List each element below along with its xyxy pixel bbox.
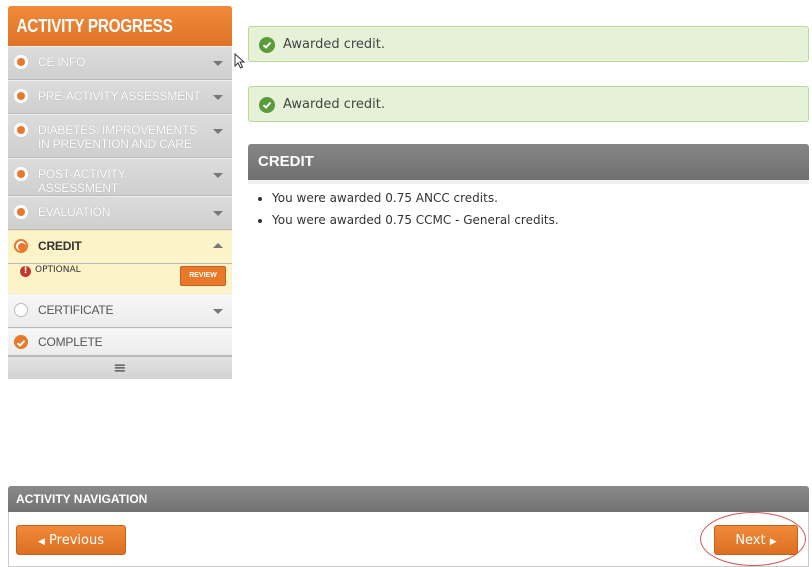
check-circle-icon bbox=[259, 97, 275, 113]
sidebar-item-credit[interactable]: CREDIT bbox=[8, 230, 232, 264]
previous-label: Previous bbox=[49, 533, 104, 548]
sidebar-item-label: COMPLETE bbox=[38, 335, 103, 349]
sidebar-item-label: CE INFO bbox=[38, 55, 86, 69]
chevron-down-icon[interactable] bbox=[213, 61, 223, 66]
chevron-up-icon[interactable] bbox=[213, 243, 223, 248]
chevron-down-icon[interactable] bbox=[213, 173, 223, 178]
progress-dot-icon bbox=[14, 89, 28, 103]
success-alert: Awarded credit. bbox=[248, 26, 809, 62]
sidebar-item-label: DIABETES: IMPROVEMENTS IN PREVENTION AND… bbox=[38, 123, 197, 151]
credit-panel-title: CREDIT bbox=[248, 144, 809, 180]
activity-navigation-title: ACTIVITY NAVIGATION bbox=[8, 486, 809, 512]
alert-text: Awarded credit. bbox=[283, 37, 386, 52]
sidebar-item-label: CERTIFICATE bbox=[38, 303, 114, 317]
chevron-down-icon[interactable] bbox=[213, 129, 223, 134]
sidebar-title: ACTIVITY PROGRESS bbox=[8, 6, 232, 46]
optional-label: OPTIONAL bbox=[35, 265, 81, 275]
mouse-cursor-icon bbox=[234, 53, 246, 69]
alert-text: Awarded credit. bbox=[283, 97, 386, 112]
credit-panel-divider bbox=[248, 180, 809, 184]
list-item: You were awarded 0.75 CCMC - General cre… bbox=[272, 213, 559, 227]
sidebar-item-label: POST-ACTIVITY ASSESSMENT bbox=[38, 167, 126, 195]
sidebar-item-label: EVALUATION bbox=[38, 205, 111, 219]
sidebar-item-pre-assessment[interactable]: PRE-ACTIVITY ASSESSMENT bbox=[8, 80, 232, 114]
menu-icon[interactable]: ≡ bbox=[8, 356, 232, 379]
sidebar-item-diabetes[interactable]: DIABETES: IMPROVEMENTS IN PREVENTION AND… bbox=[8, 114, 232, 158]
progress-dot-icon bbox=[14, 55, 28, 69]
exclamation-icon: ! bbox=[20, 266, 31, 277]
activity-progress-sidebar: ACTIVITY PROGRESS CE INFO PRE-ACTIVITY A… bbox=[8, 6, 232, 379]
sidebar-item-label: PRE-ACTIVITY ASSESSMENT bbox=[38, 89, 201, 103]
chevron-down-icon[interactable] bbox=[213, 211, 223, 216]
check-circle-icon bbox=[259, 37, 275, 53]
empty-circle-icon bbox=[14, 303, 28, 317]
sidebar-item-ce-info[interactable]: CE INFO bbox=[8, 46, 232, 80]
caret-left-icon: ◀ bbox=[37, 537, 45, 547]
list-item: You were awarded 0.75 ANCC credits. bbox=[272, 191, 559, 205]
chevron-down-icon[interactable] bbox=[213, 95, 223, 100]
progress-dot-icon bbox=[14, 167, 28, 181]
check-circle-icon bbox=[14, 335, 28, 349]
activity-navigation-panel bbox=[8, 512, 809, 567]
chevron-down-icon[interactable] bbox=[213, 309, 223, 314]
credit-list: You were awarded 0.75 ANCC credits. You … bbox=[256, 186, 559, 235]
success-alert: Awarded credit. bbox=[248, 86, 809, 122]
sidebar-item-complete[interactable]: COMPLETE bbox=[8, 328, 232, 356]
progress-dot-icon bbox=[14, 123, 28, 137]
sidebar-header: ACTIVITY PROGRESS bbox=[8, 6, 232, 46]
progress-dot-icon bbox=[14, 239, 28, 253]
progress-dot-icon bbox=[14, 205, 28, 219]
sidebar-item-post-assessment[interactable]: POST-ACTIVITY ASSESSMENT bbox=[8, 158, 232, 196]
credit-status-row: ! OPTIONAL REVIEW bbox=[8, 264, 232, 294]
sidebar-item-evaluation[interactable]: EVALUATION bbox=[8, 196, 232, 230]
highlight-annotation bbox=[700, 512, 806, 566]
sidebar-item-certificate[interactable]: CERTIFICATE bbox=[8, 294, 232, 328]
review-button[interactable]: REVIEW bbox=[180, 266, 226, 286]
previous-button[interactable]: ◀ Previous bbox=[16, 525, 126, 555]
sidebar-item-label: CREDIT bbox=[38, 239, 82, 253]
